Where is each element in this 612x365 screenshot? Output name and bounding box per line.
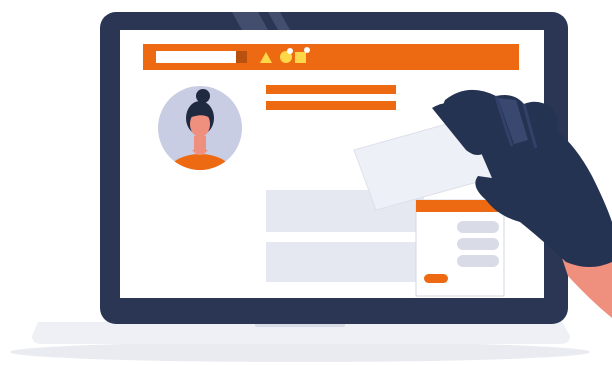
- laptop-base: [32, 322, 570, 344]
- search-bar-icon: [156, 51, 236, 63]
- profile-detail-line: [266, 101, 396, 110]
- popup-field-3[interactable]: [457, 255, 499, 267]
- content-placeholder-2: [266, 242, 424, 282]
- popup-field-2[interactable]: [457, 238, 499, 250]
- profile-name-line: [266, 85, 396, 94]
- popup-submit-button[interactable]: [424, 274, 448, 283]
- ground-shadow: [10, 342, 590, 362]
- app-header-bar: [143, 44, 519, 70]
- popup-panel: [415, 199, 505, 297]
- popup-field-1[interactable]: [457, 221, 499, 233]
- laptop-identity-theft-illustration: [10, 12, 612, 362]
- square-icon: [295, 52, 306, 63]
- illustration-stage: [0, 0, 612, 365]
